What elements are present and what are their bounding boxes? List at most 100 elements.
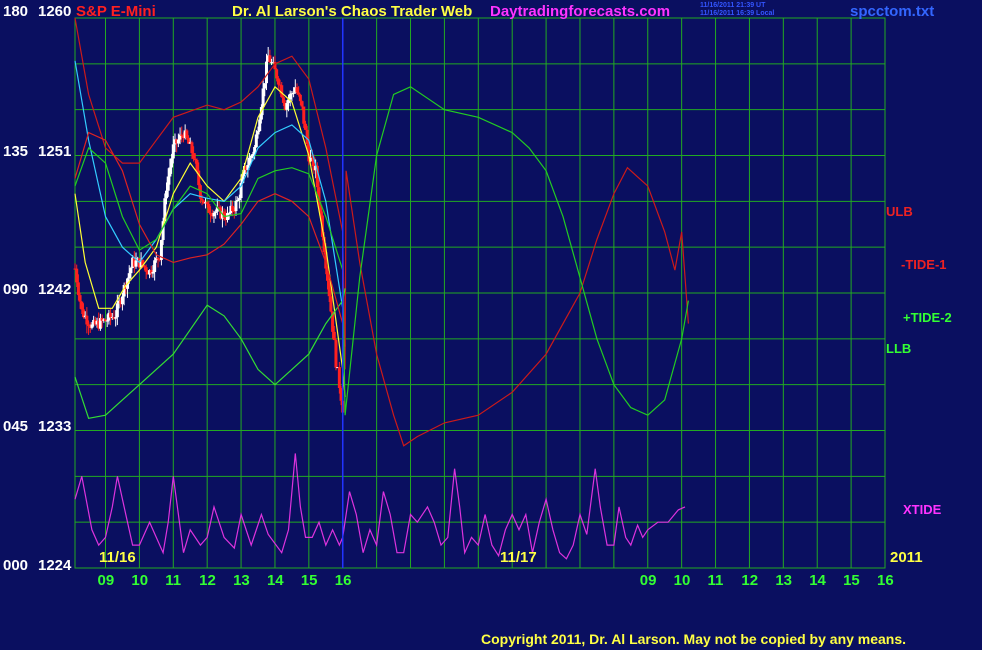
price-bar: [263, 83, 267, 89]
x-tick-label: 14: [266, 572, 284, 589]
price-bar: [334, 340, 338, 368]
price-bar: [75, 268, 79, 283]
price-bar: [212, 212, 216, 217]
date-label-1117: 11/17: [500, 549, 537, 566]
price-bar: [254, 134, 258, 148]
price-bar: [166, 176, 170, 191]
price-bar: [303, 123, 307, 130]
x-tick-label: 16: [877, 572, 894, 589]
time-local: 11/16/2011 16:39 Local: [700, 10, 775, 17]
price-bar: [300, 101, 304, 107]
x-tick-label: 10: [131, 572, 149, 589]
y-price-label-1242: 1242: [38, 281, 72, 298]
y-price-label-1251: 1251: [38, 143, 72, 160]
price-bar: [227, 213, 231, 215]
copyright-text: Copyright 2011, Dr. Al Larson. May not b…: [481, 631, 907, 647]
time-ut: 11/16/2011 21:39 UT: [700, 2, 766, 9]
price-bar: [249, 155, 253, 158]
price-bar: [281, 97, 285, 103]
x-tick-label: 11: [165, 572, 182, 589]
price-bar: [151, 272, 155, 274]
series-ulb-line: [74, 17, 689, 447]
price-bar: [302, 106, 306, 124]
price-bar: [292, 92, 296, 94]
price-bar: [285, 103, 289, 110]
price-bar: [153, 260, 157, 273]
price-bar: [264, 61, 268, 84]
price-bar: [76, 282, 80, 296]
price-bar: [329, 296, 333, 312]
cycle-lines: [74, 17, 689, 560]
page-title: Dr. Al Larson's Chaos Trader Web: [232, 3, 473, 20]
price-bar: [337, 367, 341, 389]
x-tick-label: 12: [741, 572, 759, 589]
label-xtide: XTIDE: [903, 502, 942, 517]
price-bar: [90, 324, 94, 328]
date-label-1116: 11/16: [99, 549, 136, 566]
year-label: 2011: [890, 549, 923, 566]
symbol-title: S&P E-Mini: [76, 3, 156, 20]
price-bar: [120, 296, 124, 305]
y-price-label-1224: 1224: [38, 557, 72, 574]
price-bar: [237, 198, 241, 200]
x-tick-label: 12: [199, 572, 216, 589]
price-bar: [207, 204, 211, 213]
price-bar: [142, 265, 146, 268]
price-bar: [87, 324, 91, 327]
price-bar: [209, 212, 213, 215]
price-bar: [80, 301, 84, 310]
label-tide2: +TIDE-2: [903, 310, 952, 325]
price-bar: [256, 131, 260, 135]
price-bar: [129, 267, 133, 274]
price-bar: [168, 167, 172, 177]
price-bar: [205, 202, 209, 205]
price-bar: [193, 158, 197, 161]
site-link[interactable]: Daytradingforecasts.com: [490, 3, 670, 20]
price-bar: [114, 317, 118, 319]
price-bar: [171, 144, 175, 159]
y-price-label-1233: 1233: [38, 418, 72, 435]
x-tick-label: 13: [233, 572, 250, 589]
x-tick-label: 09: [97, 572, 115, 589]
file-name: spcctom.txt: [850, 3, 935, 20]
price-bar: [232, 210, 236, 212]
price-bar: [258, 119, 262, 132]
x-tick-label: 11: [707, 572, 724, 589]
price-bar: [288, 93, 292, 100]
y-cycle-label-090: 090: [3, 281, 29, 298]
price-bar: [170, 158, 174, 168]
price-bar: [115, 303, 119, 318]
price-bar: [268, 55, 272, 63]
price-bar: [165, 190, 169, 199]
series-tide2-line: [74, 86, 689, 416]
price-bar: [297, 92, 301, 95]
y-price-label-1260: 1260: [38, 3, 72, 20]
price-bar: [200, 198, 204, 201]
y-cycle-label-000: 000: [3, 557, 29, 574]
label-tide1: -TIDE-1: [901, 257, 947, 272]
price-bar: [190, 142, 194, 154]
price-bar: [295, 87, 299, 93]
x-tick-label: 14: [809, 572, 826, 589]
series-ma_fast-line: [74, 85, 346, 397]
x-tick-label: 16: [334, 572, 352, 589]
y-cycle-label-135: 135: [3, 143, 29, 160]
price-bar: [195, 160, 199, 171]
price-bar: [276, 78, 280, 85]
price-bar: [144, 267, 148, 272]
price-bar: [85, 315, 89, 325]
price-bar: [78, 295, 82, 302]
price-bars: [73, 46, 345, 413]
chart-plot: [73, 17, 886, 569]
y-cycle-label-045: 045: [3, 418, 29, 435]
grid-lines: [74, 17, 886, 569]
series-ma_slow-line: [74, 60, 346, 324]
series-xtide-line: [74, 453, 686, 560]
price-bar: [180, 134, 184, 136]
price-bar: [176, 139, 180, 144]
price-bar: [236, 199, 240, 201]
price-bar: [192, 153, 196, 159]
x-tick-label: 10: [673, 572, 691, 589]
series-llb-line: [74, 288, 346, 419]
price-bar: [231, 205, 235, 211]
